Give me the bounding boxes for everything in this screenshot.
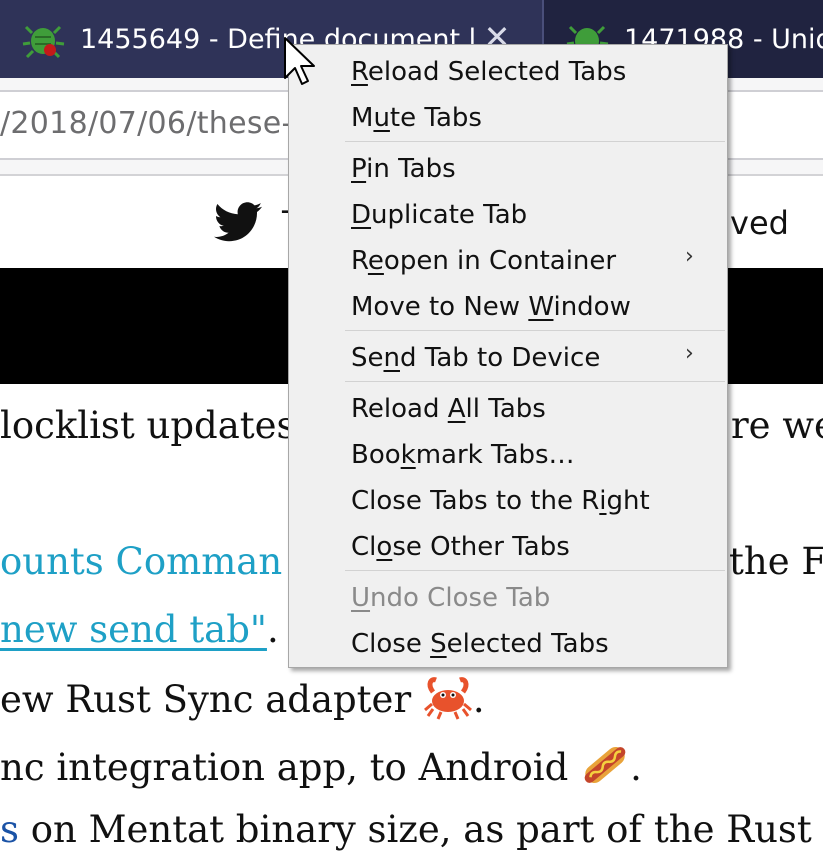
article-line-2: ounts Comman [0,540,282,583]
article-line-4: ew Rust Sync adapter . [0,674,485,721]
article-text: . [630,746,642,789]
menu-item-reload-all-tabs[interactable]: Reload All Tabs [289,386,727,432]
article-link[interactable]: ounts Comman [0,540,282,583]
article-link[interactable]: s [0,808,19,851]
menu-item-move-to-new-window[interactable]: Move to New Window [289,284,727,330]
menu-item-duplicate-tab[interactable]: Duplicate Tab [289,192,727,238]
article-text: nc integration app, to Android [0,746,569,789]
menu-item-close-other-tabs[interactable]: Close Other Tabs [289,524,727,570]
menu-separator [345,330,725,331]
article-line-1-right: re we [731,404,823,447]
article-text: on Mentat binary size, as part of the Ru… [19,808,812,851]
bug-favicon-icon [22,25,65,59]
article-line-5: nc integration app, to Android . [0,742,642,789]
crab-emoji [423,677,472,720]
header-text-right: ved [730,204,789,242]
tab-context-menu: Reload Selected Tabs Mute Tabs Pin Tabs … [288,44,728,668]
article-line-6: s on Mentat binary size, as part of the … [0,808,812,851]
article-text: ew Rust Sync adapter [0,678,412,721]
menu-item-label: Mute Tabs [351,103,482,133]
menu-item-label: Close Selected Tabs [351,629,609,659]
menu-separator [345,381,725,382]
menu-item-mute-tabs[interactable]: Mute Tabs [289,95,727,141]
article-link[interactable]: new send tab" [0,608,267,651]
twitter-icon[interactable] [214,202,262,242]
menu-item-label: Close Tabs to the Right [351,486,650,516]
menu-item-label: Reload All Tabs [351,394,546,424]
article-line-3: new send tab". [0,608,279,651]
article-text: re we [731,404,823,447]
article-text: the F [729,540,823,583]
article-line-2-right: the F [729,540,823,583]
article-line-1: locklist updates [0,404,296,447]
chevron-right-icon: › [685,341,694,366]
url-text: /2018/07/06/these- [0,106,293,141]
article-text: locklist updates [0,404,296,447]
menu-item-label: Send Tab to Device [351,343,601,373]
menu-item-pin-tabs[interactable]: Pin Tabs [289,146,727,192]
hotdog-emoji [584,747,626,783]
menu-item-close-selected-tabs[interactable]: Close Selected Tabs [289,621,727,667]
menu-item-undo-close-tab: Undo Close Tab [289,575,727,621]
mouse-pointer-icon [284,37,315,85]
menu-item-label: Move to New Window [351,292,631,322]
menu-item-label: Pin Tabs [351,154,456,184]
article-text: . [266,608,279,651]
menu-item-reload-selected-tabs[interactable]: Reload Selected Tabs [289,49,727,95]
menu-item-label: Reload Selected Tabs [351,57,627,87]
menu-separator [345,141,725,142]
menu-item-close-tabs-to-the-right[interactable]: Close Tabs to the Right [289,478,727,524]
article-text: . [472,678,485,721]
menu-item-label: Bookmark Tabs… [351,440,575,470]
menu-item-label: Undo Close Tab [351,583,551,613]
menu-item-bookmark-tabs[interactable]: Bookmark Tabs… [289,432,727,478]
chevron-right-icon: › [685,244,694,269]
menu-item-label: Reopen in Container [351,246,617,276]
menu-item-reopen-in-container[interactable]: Reopen in Container › [289,238,727,284]
menu-item-label: Duplicate Tab [351,200,528,230]
menu-item-send-tab-to-device[interactable]: Send Tab to Device › [289,335,727,381]
menu-item-label: Close Other Tabs [351,532,570,562]
menu-separator [345,570,725,571]
